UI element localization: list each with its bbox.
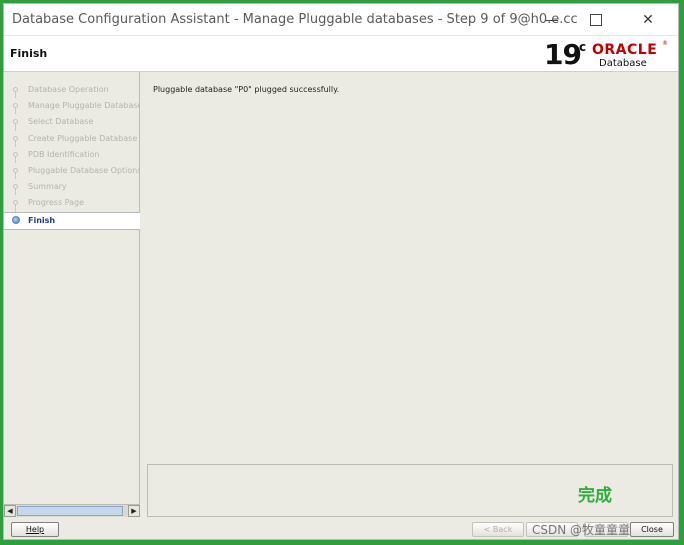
- page-header: Finish 19 c ORACLE ® Database: [4, 36, 678, 72]
- success-message: Pluggable database "P0" plugged successf…: [153, 85, 340, 94]
- step-label: Select Database: [28, 117, 94, 127]
- step-label: Pluggable Database Options: [28, 165, 140, 175]
- close-icon: ✕: [642, 12, 654, 28]
- product-name: Database: [599, 58, 647, 69]
- step-label: Database Operation: [28, 85, 109, 94]
- finish-overlay-text: 完成: [578, 486, 612, 506]
- details-panel: 完成: [147, 464, 673, 517]
- page-title: Finish: [10, 47, 48, 60]
- title-bar: Database Configuration Assistant - Manag…: [4, 4, 678, 36]
- steps-sidebar: Database Operation Manage Pluggable Data…: [4, 72, 140, 517]
- close-window-button[interactable]: ✕: [626, 4, 670, 36]
- step-database-operation: Database Operation: [4, 82, 140, 99]
- step-summary: Summary: [4, 179, 140, 196]
- minimize-icon: [546, 19, 558, 21]
- minimize-button[interactable]: [530, 4, 574, 36]
- registered-mark: ®: [662, 40, 668, 47]
- step-label: Finish: [28, 215, 56, 225]
- back-button[interactable]: < Back: [472, 522, 524, 537]
- maximize-button[interactable]: [574, 4, 618, 36]
- main-content: Pluggable database "P0" plugged successf…: [140, 72, 678, 517]
- step-label: Create Pluggable Database: [28, 133, 138, 143]
- step-select-database: Select Database: [4, 114, 140, 131]
- dbca-window: Database Configuration Assistant - Manag…: [3, 3, 679, 540]
- maximize-icon: [590, 14, 602, 26]
- step-label: Manage Pluggable Database: [28, 101, 140, 111]
- step-pdb-identification: PDB Identification: [4, 147, 140, 163]
- version-suffix: c: [579, 40, 587, 54]
- window-title: Database Configuration Assistant - Manag…: [12, 12, 578, 27]
- step-pluggable-database-options: Pluggable Database Options: [4, 163, 140, 180]
- steps-list: Database Operation Manage Pluggable Data…: [4, 82, 140, 230]
- step-finish: Finish: [4, 211, 140, 230]
- close-button[interactable]: Close: [630, 522, 674, 537]
- step-create-pluggable-database: Create Pluggable Database: [4, 131, 140, 147]
- vendor-name: ORACLE: [592, 42, 658, 58]
- csdn-watermark: CSDN @牧童童童: [532, 523, 631, 537]
- help-button[interactable]: Help: [11, 522, 59, 537]
- version-number: 19: [544, 38, 582, 71]
- step-label: Progress Page: [28, 198, 85, 208]
- step-manage-pluggable-database: Manage Pluggable Database: [4, 98, 140, 115]
- help-button-label: Help: [25, 525, 45, 534]
- step-label: PDB Identification: [28, 149, 100, 159]
- current-step-icon: [12, 215, 20, 224]
- oracle-logo: 19 c ORACLE ® Database: [544, 38, 670, 71]
- step-label: Summary: [28, 182, 67, 192]
- step-progress-page: Progress Page: [4, 195, 140, 212]
- button-bar: Help < Back Close CSDN @牧童童童: [4, 514, 678, 539]
